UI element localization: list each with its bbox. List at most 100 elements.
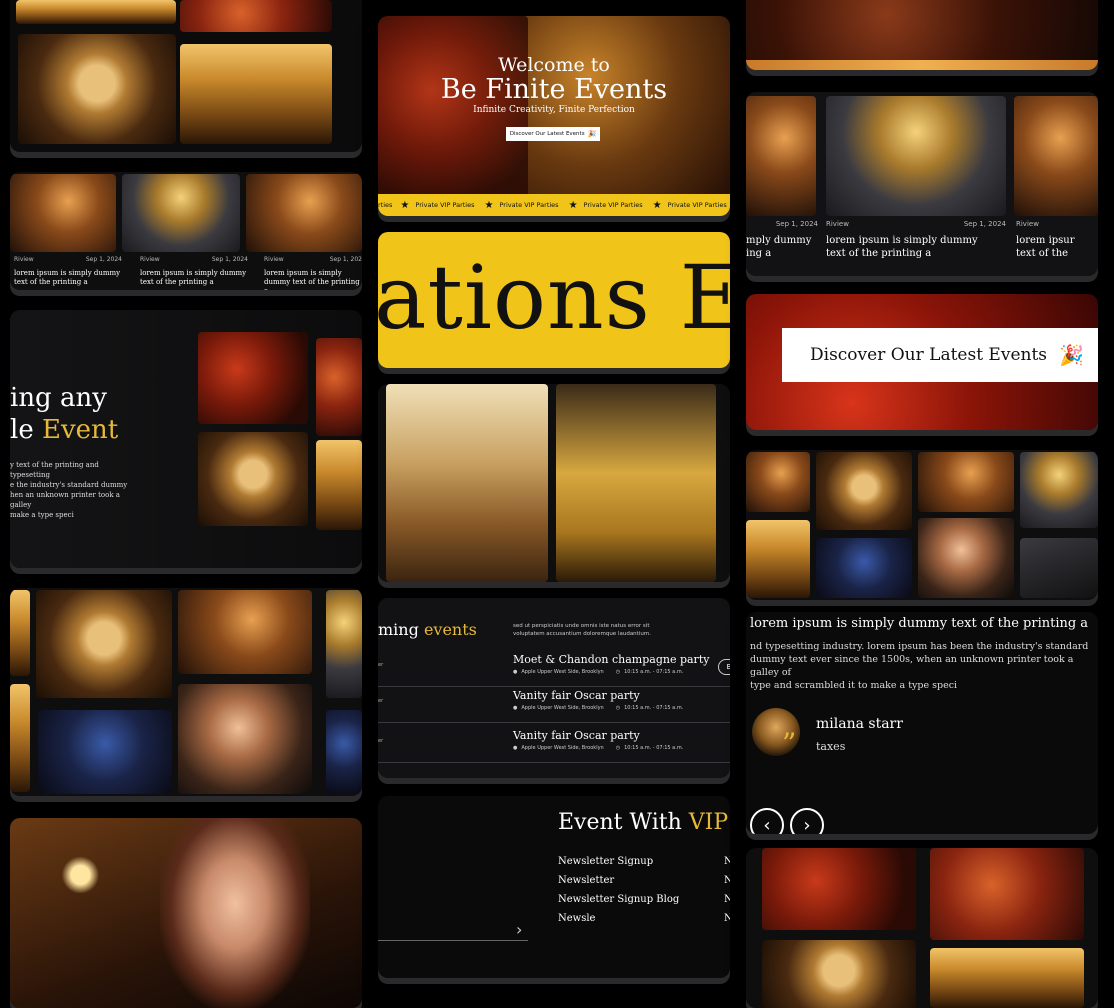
footer-link[interactable]: Newsletter Signup xyxy=(558,852,679,871)
quote-icon: ” xyxy=(782,727,797,760)
gallery-photo xyxy=(326,710,362,794)
gallery-photo-dj xyxy=(762,848,916,930)
post-date: Sep 1, 2024 xyxy=(85,256,122,263)
ticker-item: Private VIP Parties xyxy=(415,201,475,209)
ticker-item: Private VIP Parties xyxy=(583,201,643,209)
upcoming-title-accent: events xyxy=(423,620,477,639)
blog-zoom-post[interactable]: Riview Sep 1, 2024 lorem ipsum is simply … xyxy=(826,220,1006,260)
event-row[interactable]: er Moet & Chandon champagne party ● Apple… xyxy=(378,648,730,687)
venue-card xyxy=(378,384,730,582)
star-icon: ★ xyxy=(652,199,662,211)
event-book-label: B xyxy=(726,663,730,671)
event-book-button[interactable]: B xyxy=(718,659,730,675)
blog-photo[interactable] xyxy=(246,174,362,252)
marquee-text: ations E xyxy=(378,246,730,349)
blog-photo[interactable] xyxy=(10,174,116,252)
gallery-photo-masked-woman xyxy=(816,452,912,530)
testimonial-name: milana starr xyxy=(816,716,903,732)
footer-link[interactable]: Newsletter Signup Blog xyxy=(558,890,679,909)
testimonial-role: taxes xyxy=(816,740,846,753)
blog-photo-balloons[interactable] xyxy=(826,96,1006,216)
gallery-photo-masquerade xyxy=(816,538,912,598)
location-pin-icon: ● xyxy=(513,745,518,751)
venue-photo-gold-dress xyxy=(556,384,716,582)
about-body: y text of the printing and typesetting e… xyxy=(10,461,128,519)
gallery-photo-woman xyxy=(178,684,312,794)
footer-link[interactable]: N xyxy=(724,890,730,909)
chevron-right-icon[interactable]: › xyxy=(516,920,522,939)
event-time: 10:15 a.m. - 07:15 a.m. xyxy=(624,745,684,751)
blog-post[interactable]: Riview Sep 1, 2024 lorem ipsum is simply … xyxy=(140,256,248,287)
hero-card: Welcome to Be Finite Events Infinite Cre… xyxy=(378,16,730,216)
event-location: Apple Upper West Side, Brooklyn xyxy=(521,745,604,751)
footer-link[interactable]: N xyxy=(724,852,730,871)
post-date: Sep 1, 202 xyxy=(329,256,362,263)
hero-cta-label: Discover Our Latest Events xyxy=(509,131,585,137)
upcoming-title-text: ming xyxy=(378,620,419,639)
chevron-left-icon: ‹ xyxy=(763,814,771,835)
blog-post[interactable]: Riview Sep 1, 2024 lorem ipsum is simply … xyxy=(14,256,122,287)
blog-zoom-post[interactable]: Sep 1, 2024 mply dummy ing a xyxy=(746,220,818,260)
location-pin-icon: ● xyxy=(513,705,518,711)
discover-events-button[interactable]: Discover Our Latest Events 🎉 xyxy=(782,328,1098,382)
gallery-photo xyxy=(10,590,30,676)
testimonial-next-button[interactable]: › xyxy=(790,808,824,834)
gallery-photo xyxy=(1020,452,1098,528)
blog-photo[interactable] xyxy=(1014,96,1098,216)
about-heading: ing any le Event xyxy=(10,382,118,446)
gallery-zoom-card xyxy=(746,450,1098,600)
party-popper-icon: 🎉 xyxy=(1059,343,1084,367)
gallery-photo-bar xyxy=(930,948,1084,1008)
event-row[interactable]: er Vanity fair Oscar party ● Apple Upper … xyxy=(378,684,730,723)
footer-link[interactable]: N xyxy=(724,871,730,890)
event-time: 10:15 a.m. - 07:15 a.m. xyxy=(624,705,684,711)
footer-title: Event With VIP xyxy=(558,810,728,835)
about-card: ing any le Event y text of the printing … xyxy=(10,310,362,568)
event-time: 10:15 a.m. - 07:15 a.m. xyxy=(624,669,684,675)
clock-icon: ◷ xyxy=(615,669,621,675)
discover-events-label: Discover Our Latest Events xyxy=(810,345,1048,365)
blog-post[interactable]: Riview Sep 1, 202 lorem ipsum is simply d… xyxy=(264,256,362,290)
footer-link[interactable]: N xyxy=(724,909,730,928)
ticker-item: rties xyxy=(378,201,393,209)
star-icon: ★ xyxy=(568,199,578,211)
gallery-card-top xyxy=(10,0,362,152)
blog-zoom-post[interactable]: Riview lorem ipsur text of the xyxy=(1016,220,1098,260)
footer-card: Event With VIP Newsletter Signup Newslet… xyxy=(378,796,730,978)
gallery-card-middle xyxy=(10,588,362,796)
post-category: Riview xyxy=(264,256,284,263)
footer-links-right: N N N N xyxy=(724,852,730,928)
about-heading-line1: ing any xyxy=(10,383,107,413)
blog-photo[interactable] xyxy=(122,174,240,252)
portrait-woman xyxy=(160,818,310,1008)
clock-icon: ◷ xyxy=(615,745,621,751)
ticker-item: Private VIP Parties xyxy=(667,201,727,209)
hero-tagline: Infinite Creativity, Finite Perfection xyxy=(473,105,635,115)
post-title: lorem ipsum is simply dummy text of the … xyxy=(826,235,978,259)
event-name: Vanity fair Oscar party xyxy=(513,689,640,702)
post-category: Riview xyxy=(1016,220,1039,228)
newsletter-input[interactable] xyxy=(378,940,528,941)
event-row[interactable]: er Vanity fair Oscar party ● Apple Upper … xyxy=(378,724,730,763)
ticker-item: Private VIP Parties xyxy=(499,201,559,209)
post-category: Riview xyxy=(140,256,160,263)
testimonial-headline: lorem ipsum is simply dummy text of the … xyxy=(750,616,1089,631)
location-pin-icon: ● xyxy=(513,669,518,675)
blog-photo[interactable] xyxy=(746,96,816,216)
about-heading-accent: Event xyxy=(41,415,119,445)
gallery-photo xyxy=(16,0,176,24)
hero-cta-button[interactable]: Discover Our Latest Events 🎉 xyxy=(506,127,600,141)
footer-link[interactable]: Newsle xyxy=(558,909,679,928)
star-icon: ★ xyxy=(400,199,410,211)
post-date: Sep 1, 2024 xyxy=(211,256,248,263)
gallery-photo-man xyxy=(178,590,312,674)
post-title: lorem ipsur text of the xyxy=(1016,235,1075,259)
gallery-photo-woman xyxy=(918,518,1014,598)
testimonial-prev-button[interactable]: ‹ xyxy=(750,808,784,834)
gallery-photo-couple xyxy=(930,848,1084,940)
footer-link[interactable]: Newsletter xyxy=(558,871,679,890)
gallery-photo xyxy=(1020,538,1098,598)
upcoming-intro: sed ut perspiciatis unde omnis iste natu… xyxy=(513,623,651,637)
post-title: lorem ipsum is simply dummy text of the … xyxy=(14,269,121,286)
gallery-photo-masked-woman xyxy=(36,590,172,698)
